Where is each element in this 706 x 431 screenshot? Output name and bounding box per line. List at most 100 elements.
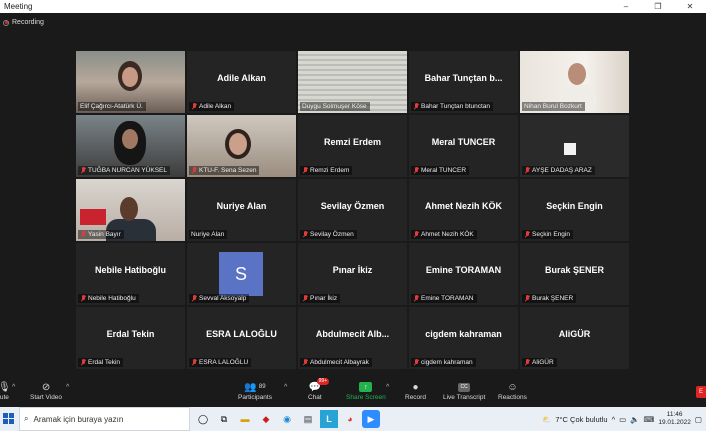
participant-tile[interactable]: Emine TORAMAN Emine TORAMAN: [409, 243, 518, 305]
participant-tile[interactable]: Meral TUNCER Meral TUNCER: [409, 115, 518, 177]
participant-name-label: KTU-F. Sena Sezen: [189, 166, 260, 175]
participant-tile[interactable]: Burak ŞENER Burak ŞENER: [520, 243, 629, 305]
participant-name: Adile Alkan: [199, 103, 232, 110]
participant-name: Remzi Erdem: [310, 167, 350, 174]
close-button[interactable]: ✕: [674, 0, 706, 13]
participant-tile[interactable]: cigdem kahraman cigdem kahraman: [409, 307, 518, 369]
participant-tile[interactable]: Seçkin Engin Seçkin Engin: [520, 179, 629, 241]
end-meeting-button[interactable]: E: [696, 386, 706, 398]
participant-tile[interactable]: Remzi Erdem Remzi Erdem: [298, 115, 407, 177]
taskbar-search-box[interactable]: ⌕ Aramak için buraya yazın: [19, 407, 190, 431]
participants-options-caret-icon[interactable]: ^: [284, 384, 287, 391]
participant-tile[interactable]: Nebile Hatiboğlu Nebile Hatiboğlu: [76, 243, 185, 305]
task-view-icon[interactable]: ⧉: [215, 410, 233, 428]
participant-tile[interactable]: KTU-F. Sena Sezen: [187, 115, 296, 177]
camera-image: [564, 143, 576, 155]
participant-tile[interactable]: Pınar İkiz Pınar İkiz: [298, 243, 407, 305]
participant-name-label: Abdulmecit Albayrak: [300, 358, 372, 367]
person-face: [122, 67, 138, 87]
participants-count: 89: [258, 384, 266, 390]
participant-tile[interactable]: ESRA LALOĞLU ESRA LALOĞLU: [187, 307, 296, 369]
participant-tile[interactable]: AYŞE DADAŞ ARAZ: [520, 115, 629, 177]
mic-muted-icon: [413, 359, 419, 366]
tray-overflow-icon[interactable]: ^: [612, 415, 616, 424]
mic-muted-icon: [302, 167, 308, 174]
participant-tile[interactable]: TUĞBA NURCAN YÜKSEL: [76, 115, 185, 177]
participant-tile[interactable]: Erdal Tekin Erdal Tekin: [76, 307, 185, 369]
cortana-icon[interactable]: ◯: [194, 410, 212, 428]
mic-muted-icon: [413, 295, 419, 302]
participant-name-label: ESRA LALOĞLU: [189, 358, 252, 367]
windows-store-icon[interactable]: ▤: [299, 410, 317, 428]
participant-name: Abdulmecit Albayrak: [310, 359, 369, 366]
participant-display-name: Ahmet Nezih KÖK: [424, 201, 502, 211]
mic-muted-icon: [80, 231, 86, 238]
mic-muted-icon: [524, 359, 530, 366]
participant-display-name: Adile Alkan: [217, 73, 266, 83]
participant-display-name: Emine TORAMAN: [425, 265, 502, 275]
person-face: [122, 129, 138, 149]
participant-tile[interactable]: Sevilay Özmen Sevilay Özmen: [298, 179, 407, 241]
participant-tile[interactable]: Nuriye Alan Nuriye Alan: [187, 179, 296, 241]
l-app-icon[interactable]: L: [320, 410, 338, 428]
video-options-caret-icon[interactable]: ^: [66, 384, 69, 391]
maximize-button[interactable]: ❐: [642, 0, 674, 13]
participant-name-label: Sevilay Özmen: [300, 230, 357, 239]
window-title-bar: Meeting – ❐ ✕: [0, 0, 706, 13]
participant-name-label: Yasin Bayır: [78, 230, 124, 239]
file-explorer-icon[interactable]: ▬: [236, 410, 254, 428]
clock[interactable]: 11:46 19.01.2022: [658, 411, 691, 427]
chrome-icon[interactable]: ◕: [341, 410, 359, 428]
participant-name-label: Duygu Solmuşer Köse: [300, 102, 370, 111]
edge-icon[interactable]: ◉: [278, 410, 296, 428]
participant-name-label: Sevval Aksoyalp: [189, 294, 250, 303]
share-screen-button[interactable]: ↑ Share Screen: [346, 380, 386, 401]
start-video-button[interactable]: ⊘ Start Video: [30, 380, 62, 402]
mcafee-icon[interactable]: ◆: [257, 410, 275, 428]
participant-name-label: cigdem kahraman: [411, 358, 476, 367]
participant-name: AYŞE DADAŞ ARAZ: [532, 167, 592, 174]
participant-tile[interactable]: Yasin Bayır: [76, 179, 185, 241]
participant-display-name: AliGÜR: [558, 329, 591, 339]
zoom-taskbar-icon[interactable]: ▶: [362, 410, 380, 428]
record-button[interactable]: ● Record: [405, 380, 426, 402]
keyboard-icon[interactable]: ⌨: [644, 415, 655, 424]
participant-tile[interactable]: Adile Alkan Adile Alkan: [187, 51, 296, 113]
mute-options-caret-icon[interactable]: ^: [12, 384, 15, 391]
network-icon[interactable]: ▭: [619, 415, 626, 424]
participant-tile[interactable]: Bahar Tunçtan b... Bahar Tunçtan btunctan: [409, 51, 518, 113]
participant-tile[interactable]: Elif Çağırcı-Atatürk Ü.: [76, 51, 185, 113]
recording-indicator[interactable]: Recording: [3, 19, 44, 26]
mic-muted-icon: [191, 167, 197, 174]
participant-name: Nuriye Alan: [191, 231, 225, 238]
notifications-icon[interactable]: ▢: [695, 415, 702, 424]
share-options-caret-icon[interactable]: ^: [386, 384, 389, 391]
participant-tile[interactable]: AliGÜR AliGÜR: [520, 307, 629, 369]
participant-name-label: Remzi Erdem: [300, 166, 353, 175]
chat-label: Chat: [308, 394, 322, 401]
participant-tile[interactable]: Ahmet Nezih KÖK Ahmet Nezih KÖK: [409, 179, 518, 241]
participant-name: KTU-F. Sena Sezen: [199, 167, 257, 174]
volume-icon[interactable]: 🔈: [630, 415, 639, 424]
participant-tile[interactable]: Duygu Solmuşer Köse: [298, 51, 407, 113]
participant-tile[interactable]: Nihan Burul Bozkurt: [520, 51, 629, 113]
participant-tile[interactable]: S Sevval Aksoyalp: [187, 243, 296, 305]
share-screen-icon: ↑: [359, 382, 373, 392]
participant-name: Bahar Tunçtan btunctan: [421, 103, 491, 110]
record-icon: [3, 19, 9, 26]
participants-button[interactable]: 👥 89 Participants: [238, 380, 272, 402]
participant-name-label: Adile Alkan: [189, 102, 235, 111]
weather-text[interactable]: 7°C Çok bulutlu: [555, 415, 607, 424]
participant-name-label: Nebile Hatiboğlu: [78, 294, 139, 303]
participant-name: Meral TUNCER: [421, 167, 467, 174]
minimize-button[interactable]: –: [610, 0, 642, 13]
windows-start-icon[interactable]: [3, 413, 14, 424]
participant-tile[interactable]: Abdulmecit Alb... Abdulmecit Albayrak: [298, 307, 407, 369]
reactions-button[interactable]: ☺ Reactions: [498, 380, 527, 402]
mute-button[interactable]: 🎙 ute: [0, 380, 11, 402]
participant-name: Emine TORAMAN: [421, 295, 474, 302]
chat-button[interactable]: 💬 99+ Chat: [308, 378, 330, 401]
participant-name: Ahmet Nezih KÖK: [421, 231, 474, 238]
participant-name: ESRA LALOĞLU: [199, 359, 249, 366]
live-transcript-button[interactable]: CC Live Transcript: [443, 380, 485, 401]
